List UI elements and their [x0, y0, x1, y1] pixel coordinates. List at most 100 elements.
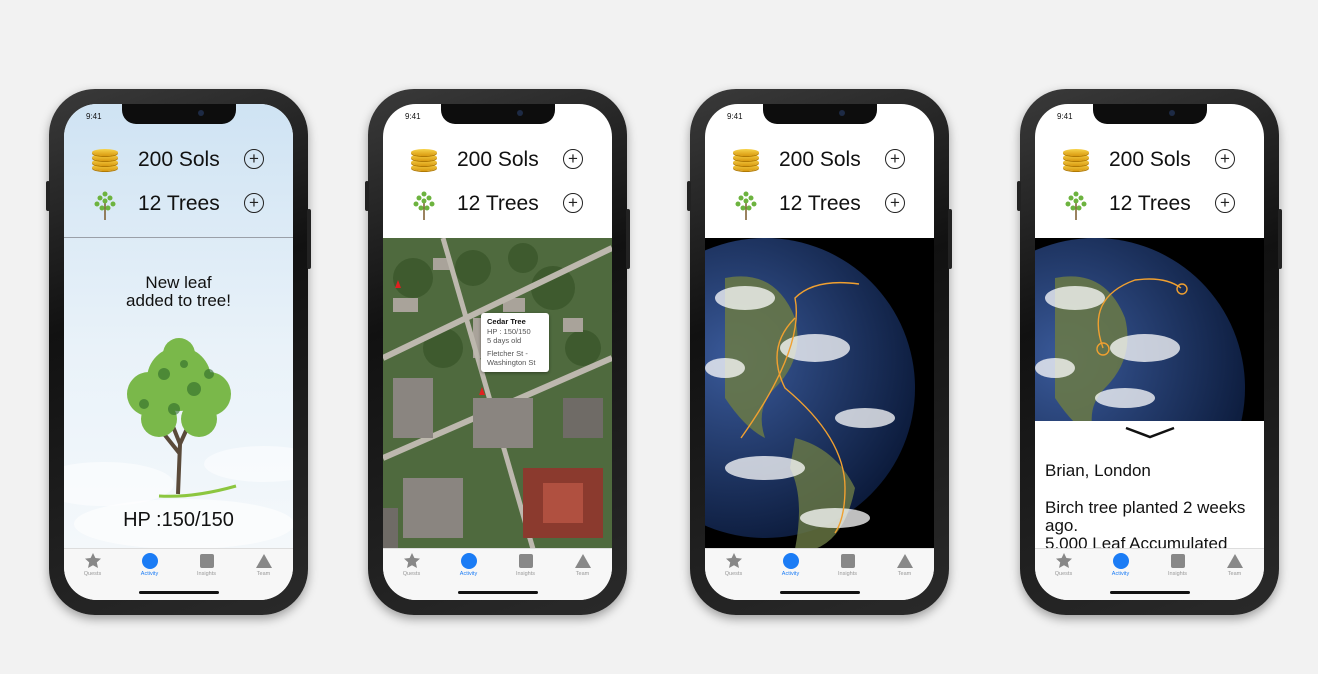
trees-row: 12 Trees +: [383, 184, 612, 224]
tab-insights[interactable]: Insights: [1149, 553, 1206, 577]
tree-icon: [413, 191, 435, 220]
add-sols-button[interactable]: +: [563, 149, 583, 169]
circle-icon: [460, 553, 477, 569]
sols-count: 200 Sols: [779, 148, 861, 171]
sols-row: 200 Sols +: [705, 140, 934, 180]
tab-activity[interactable]: Activity: [762, 553, 819, 577]
add-trees-button[interactable]: +: [1215, 193, 1235, 213]
circle-icon: [782, 553, 799, 569]
screen-tree-status: 9:41 200 Sols + 12 Trees + New leaf adde…: [64, 104, 293, 600]
home-indicator: [1110, 591, 1190, 594]
circle-icon: [1112, 553, 1129, 569]
status-time: 9:41: [405, 112, 421, 121]
trees-row: 12 Trees +: [1035, 184, 1264, 224]
trees-count: 12 Trees: [457, 192, 539, 215]
new-leaf-message: New leaf added to tree!: [126, 273, 231, 310]
status-time: 9:41: [86, 112, 102, 121]
triangle-icon: [1226, 554, 1243, 568]
tree-info-popup[interactable]: Cedar Tree HP : 150/150 5 days old Fletc…: [481, 313, 549, 372]
add-trees-button[interactable]: +: [244, 193, 264, 213]
tab-activity[interactable]: Activity: [1092, 553, 1149, 577]
header: 200 Sols + 12 Trees +: [705, 104, 934, 238]
header: 200 Sols + 12 Trees +: [1035, 104, 1264, 238]
notch: [122, 104, 236, 124]
triangle-icon: [574, 554, 591, 568]
tab-activity[interactable]: Activity: [121, 553, 178, 577]
tab-quests[interactable]: Quests: [705, 553, 762, 577]
member-name: Brian, London: [1045, 461, 1151, 480]
tab-quests[interactable]: Quests: [1035, 553, 1092, 577]
screen-globe: 9:41 200 Sols + 12 Trees + Quests Activi…: [705, 104, 934, 600]
add-sols-button[interactable]: +: [1215, 149, 1235, 169]
chevron-down-icon[interactable]: [1124, 425, 1176, 439]
square-icon: [518, 554, 533, 568]
sols-count: 200 Sols: [138, 148, 220, 171]
sols-row: 200 Sols +: [383, 140, 612, 180]
header: 200 Sols + 12 Trees +: [383, 104, 612, 238]
tree-icon: [1065, 191, 1087, 220]
tree-hp: HP :150/150: [123, 509, 234, 531]
sols-count: 200 Sols: [1109, 148, 1191, 171]
coin-stack-icon: [733, 148, 759, 174]
popup-hp: HP : 150/150: [487, 326, 531, 336]
trees-count: 12 Trees: [138, 192, 220, 215]
tab-team[interactable]: Team: [235, 553, 292, 577]
popup-title: Cedar Tree: [487, 317, 526, 326]
add-sols-button[interactable]: +: [885, 149, 905, 169]
star-icon: [1055, 553, 1072, 568]
status-time: 9:41: [1057, 112, 1073, 121]
home-indicator: [458, 591, 538, 594]
popup-location-2: Washington St: [487, 358, 536, 367]
header-divider: [64, 237, 293, 238]
phone-frame-1: 9:41 200 Sols + 12 Trees + New leaf adde…: [46, 89, 311, 615]
trees-row: 12 Trees +: [705, 184, 934, 224]
notch: [1093, 104, 1207, 124]
sols-row: 200 Sols +: [1035, 140, 1264, 180]
tree-illustration: [127, 338, 237, 498]
activity-detail-panel: Brian, London Birch tree planted 2 weeks…: [1035, 421, 1264, 553]
activity-message: Birch tree planted 2 weeks ago. 5,000 Lea…: [1045, 498, 1246, 553]
status-time: 9:41: [727, 112, 743, 121]
square-icon: [199, 554, 214, 568]
coin-stack-icon: [92, 148, 118, 174]
add-trees-button[interactable]: +: [885, 193, 905, 213]
tab-team[interactable]: Team: [1206, 553, 1263, 577]
tab-insights[interactable]: Insights: [178, 553, 235, 577]
circle-icon: [141, 553, 158, 569]
phone-frame-2: 9:41 200 Sols + 12 Trees + Cedar Tree HP…: [365, 89, 630, 615]
add-trees-button[interactable]: +: [563, 193, 583, 213]
notch: [763, 104, 877, 124]
tab-insights[interactable]: Insights: [497, 553, 554, 577]
square-icon: [840, 554, 855, 568]
tab-quests[interactable]: Quests: [64, 553, 121, 577]
star-icon: [84, 553, 101, 568]
globe-view[interactable]: [705, 238, 934, 549]
tree-icon: [94, 191, 116, 220]
triangle-icon: [255, 554, 272, 568]
trees-count: 12 Trees: [779, 192, 861, 215]
satellite-map[interactable]: Cedar Tree HP : 150/150 5 days old Fletc…: [383, 238, 612, 549]
popup-location-1: Fletcher St -: [487, 348, 528, 358]
screen-team-activity: 9:41 200 Sols + 12 Trees + Brian, London…: [1035, 104, 1264, 600]
tab-team[interactable]: Team: [554, 553, 611, 577]
popup-age: 5 days old: [487, 336, 522, 345]
tab-insights[interactable]: Insights: [819, 553, 876, 577]
square-icon: [1170, 554, 1185, 568]
screen-map: 9:41 200 Sols + 12 Trees + Cedar Tree HP…: [383, 104, 612, 600]
home-indicator: [139, 591, 219, 594]
add-sols-button[interactable]: +: [244, 149, 264, 169]
header: 200 Sols + 12 Trees +: [64, 104, 293, 238]
triangle-icon: [896, 554, 913, 568]
tab-activity[interactable]: Activity: [440, 553, 497, 577]
coin-stack-icon: [411, 148, 437, 174]
phone-frame-4: 9:41 200 Sols + 12 Trees + Brian, London…: [1017, 89, 1282, 615]
sols-row: 200 Sols +: [64, 140, 293, 180]
trees-count: 12 Trees: [1109, 192, 1191, 215]
phone-frame-3: 9:41 200 Sols + 12 Trees + Quests Activi…: [687, 89, 952, 615]
tab-quests[interactable]: Quests: [383, 553, 440, 577]
tab-team[interactable]: Team: [876, 553, 933, 577]
star-icon: [403, 553, 420, 568]
trees-row: 12 Trees +: [64, 184, 293, 224]
sols-count: 200 Sols: [457, 148, 539, 171]
tree-icon: [735, 191, 757, 220]
